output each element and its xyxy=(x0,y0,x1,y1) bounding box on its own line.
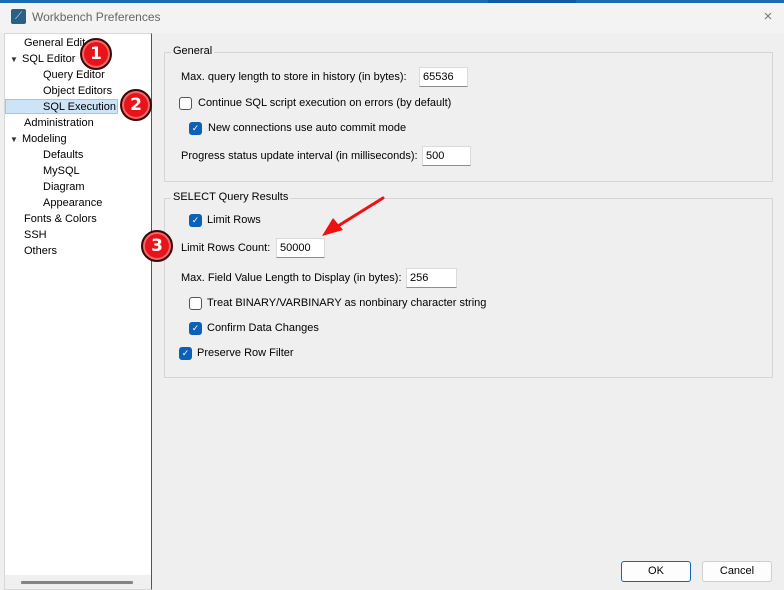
auto-commit-checkbox[interactable]: ✓ xyxy=(189,122,202,135)
limit-rows-count-input[interactable]: 50000 xyxy=(276,238,325,258)
progress-interval-label: Progress status update interval (in mill… xyxy=(181,150,418,162)
checkmark-icon: ✓ xyxy=(191,215,200,225)
tree-item-label: SQL Execution xyxy=(43,101,116,113)
tree-item-label: MySQL xyxy=(43,165,80,177)
max-field-length-input[interactable]: 256 xyxy=(406,268,457,288)
horizontal-scrollbar[interactable] xyxy=(5,575,151,589)
tree-item-label: SSH xyxy=(24,229,47,241)
tree-item-label: Fonts & Colors xyxy=(24,213,97,225)
limit-rows-checkbox[interactable]: ✓ xyxy=(189,214,202,227)
annotation-arrow-icon xyxy=(322,196,385,236)
tree-item-label: Object Editors xyxy=(43,85,113,97)
annotation-badge-3: 3 xyxy=(141,230,173,262)
confirm-changes-label: Confirm Data Changes xyxy=(207,322,319,334)
arrow-shaft xyxy=(336,196,385,228)
checkmark-icon: ✓ xyxy=(181,348,190,358)
progress-interval-input[interactable]: 500 xyxy=(422,146,471,166)
tree-item-diagram[interactable]: Diagram xyxy=(43,180,85,195)
confirm-changes-checkbox[interactable]: ✓ xyxy=(189,322,202,335)
tree-item-label: Query Editor xyxy=(43,69,105,81)
checkmark-icon: ✓ xyxy=(191,323,200,333)
tree-item-fonts-colors[interactable]: Fonts & Colors xyxy=(24,212,97,227)
annotation-badge-2: 2 xyxy=(120,89,152,121)
tree-item-ssh[interactable]: SSH xyxy=(24,228,47,243)
cancel-button[interactable]: Cancel xyxy=(702,561,772,582)
tree-item-appearance[interactable]: Appearance xyxy=(43,196,102,211)
expand-arrow-icon[interactable]: ▼ xyxy=(10,52,22,67)
continue-on-errors-label: Continue SQL script execution on errors … xyxy=(198,97,452,109)
tree-item-label: SQL Editor xyxy=(22,53,76,65)
max-query-length-input[interactable]: 65536 xyxy=(419,67,468,87)
scrollbar-thumb[interactable] xyxy=(21,581,133,584)
tree-item-general-editors[interactable]: General Edit xyxy=(24,36,85,51)
tree-item-object-editors[interactable]: Object Editors xyxy=(43,84,112,99)
arrow-head xyxy=(322,218,343,236)
treat-binary-checkbox[interactable] xyxy=(189,297,202,310)
continue-on-errors-checkbox[interactable] xyxy=(179,97,192,110)
tree-item-label: Defaults xyxy=(43,149,84,161)
tree-item-query-editor[interactable]: Query Editor xyxy=(43,68,105,83)
max-field-length-label: Max. Field Value Length to Display (in b… xyxy=(181,272,402,284)
tree-item-label: Modeling xyxy=(22,133,67,145)
general-group-title: General xyxy=(171,45,215,57)
close-icon[interactable]: × xyxy=(760,9,776,25)
treat-binary-label: Treat BINARY/VARBINARY as nonbinary char… xyxy=(207,297,487,309)
tree-item-sql-editor[interactable]: ▼ SQL Editor xyxy=(10,52,75,67)
tree-item-sql-execution[interactable]: SQL Execution xyxy=(5,99,118,114)
preserve-filter-checkbox[interactable]: ✓ xyxy=(179,347,192,360)
limit-rows-count-label: Limit Rows Count: xyxy=(181,242,271,254)
tree-item-modeling[interactable]: ▼ Modeling xyxy=(10,132,67,147)
limit-rows-label: Limit Rows xyxy=(207,214,261,226)
tree-item-label: Others xyxy=(24,245,58,257)
tree-item-label: Diagram xyxy=(43,181,85,193)
window-title: Workbench Preferences xyxy=(32,10,161,24)
select-results-group-title: SELECT Query Results xyxy=(171,191,291,203)
tree-item-administration[interactable]: Administration xyxy=(24,116,94,131)
tree-item-label: General Edit xyxy=(24,37,86,49)
max-query-length-label: Max. query length to store in history (i… xyxy=(181,71,407,83)
tree-item-mysql[interactable]: MySQL xyxy=(43,164,80,179)
annotation-badge-1: 1 xyxy=(80,38,112,70)
auto-commit-label: New connections use auto commit mode xyxy=(208,122,407,134)
tree-item-defaults[interactable]: Defaults xyxy=(43,148,83,163)
checkmark-icon: ✓ xyxy=(191,123,200,133)
preserve-filter-label: Preserve Row Filter xyxy=(197,347,294,359)
title-bar: ⟋ Workbench Preferences × xyxy=(0,3,784,33)
tree-item-others[interactable]: Others xyxy=(24,244,57,259)
mysql-workbench-icon: ⟋ xyxy=(11,9,26,24)
ok-button[interactable]: OK xyxy=(621,561,691,582)
expand-arrow-icon[interactable]: ▼ xyxy=(10,132,22,147)
tree-item-label: Appearance xyxy=(43,197,103,209)
tree-item-label: Administration xyxy=(24,117,94,129)
